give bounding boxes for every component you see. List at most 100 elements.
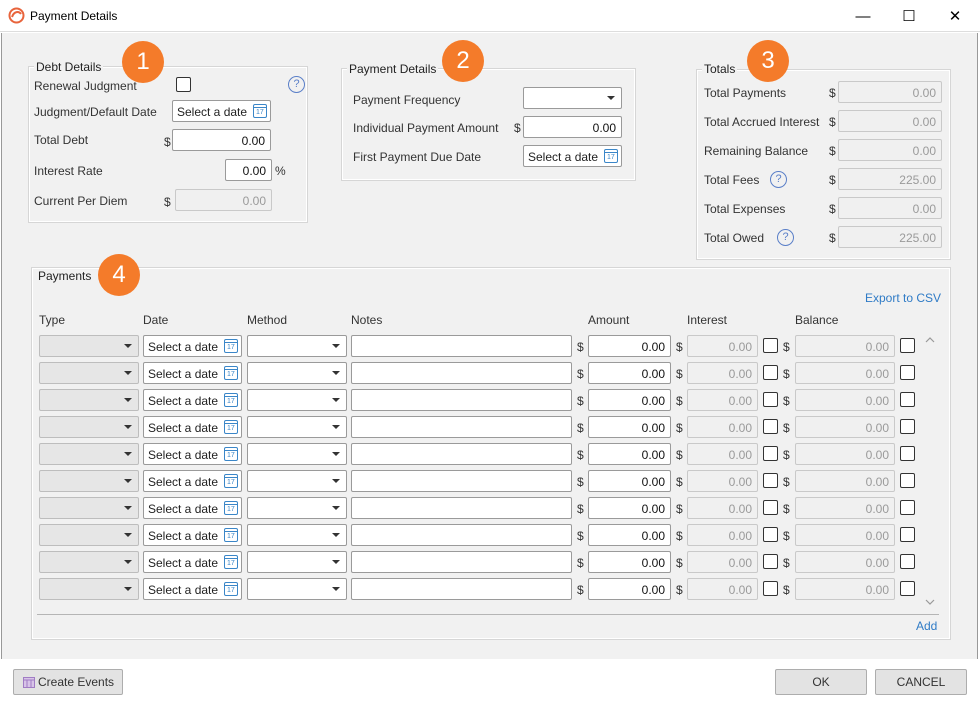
payments-scrollbar[interactable] [921, 332, 939, 610]
balance-override-checkbox[interactable] [900, 473, 915, 488]
payment-amount-input[interactable]: 0.00 [588, 578, 671, 600]
total-debt-input[interactable]: 0.00 [172, 129, 271, 151]
balance-override-checkbox[interactable] [900, 527, 915, 542]
payment-notes-input[interactable] [351, 551, 572, 573]
payment-date-picker[interactable]: Select a date [143, 389, 242, 411]
payment-date-picker[interactable]: Select a date [143, 335, 242, 357]
help-icon[interactable]: ? [777, 229, 794, 246]
payment-method-select[interactable] [247, 389, 347, 411]
payment-amount-input[interactable]: 0.00 [588, 551, 671, 573]
payment-amount-input[interactable]: 0.00 [588, 416, 671, 438]
calendar-icon[interactable] [224, 582, 238, 596]
individual-payment-input[interactable]: 0.00 [523, 116, 622, 138]
payment-date-picker[interactable]: Select a date [143, 470, 242, 492]
payment-notes-input[interactable] [351, 470, 572, 492]
interest-override-checkbox[interactable] [763, 419, 778, 434]
calendar-icon[interactable] [224, 447, 238, 461]
first-payment-date-picker[interactable]: Select a date [523, 145, 622, 167]
payment-notes-input[interactable] [351, 416, 572, 438]
ok-button[interactable]: OK [775, 669, 867, 695]
interest-rate-input[interactable]: 0.00 [225, 159, 272, 181]
payment-date-picker[interactable]: Select a date [143, 524, 242, 546]
payment-method-select[interactable] [247, 578, 347, 600]
calendar-icon[interactable] [224, 366, 238, 380]
calendar-icon[interactable] [604, 149, 618, 163]
payment-notes-input[interactable] [351, 389, 572, 411]
payment-method-select[interactable] [247, 335, 347, 357]
interest-override-checkbox[interactable] [763, 527, 778, 542]
payment-amount-input[interactable]: 0.00 [588, 443, 671, 465]
payment-type-select[interactable] [39, 497, 139, 519]
minimize-button[interactable]: — [840, 0, 886, 32]
payment-amount-input[interactable]: 0.00 [588, 524, 671, 546]
cancel-button[interactable]: CANCEL [875, 669, 967, 695]
payment-method-select[interactable] [247, 470, 347, 492]
balance-override-checkbox[interactable] [900, 500, 915, 515]
payment-amount-input[interactable]: 0.00 [588, 389, 671, 411]
payment-amount-input[interactable]: 0.00 [588, 335, 671, 357]
calendar-icon[interactable] [253, 104, 267, 118]
balance-override-checkbox[interactable] [900, 446, 915, 461]
payment-notes-input[interactable] [351, 443, 572, 465]
interest-override-checkbox[interactable] [763, 473, 778, 488]
renewal-judgment-checkbox[interactable] [176, 77, 191, 92]
payment-notes-input[interactable] [351, 362, 572, 384]
balance-override-checkbox[interactable] [900, 581, 915, 596]
payment-type-select[interactable] [39, 551, 139, 573]
balance-override-checkbox[interactable] [900, 392, 915, 407]
interest-override-checkbox[interactable] [763, 365, 778, 380]
payment-amount-input[interactable]: 0.00 [588, 470, 671, 492]
calendar-icon[interactable] [224, 420, 238, 434]
payment-date-picker[interactable]: Select a date [143, 416, 242, 438]
payment-date-picker[interactable]: Select a date [143, 551, 242, 573]
help-icon[interactable]: ? [770, 171, 787, 188]
payment-type-select[interactable] [39, 524, 139, 546]
payment-amount-input[interactable]: 0.00 [588, 497, 671, 519]
interest-override-checkbox[interactable] [763, 392, 778, 407]
scroll-up-icon[interactable] [925, 336, 935, 344]
calendar-icon[interactable] [224, 339, 238, 353]
interest-override-checkbox[interactable] [763, 446, 778, 461]
help-icon[interactable]: ? [288, 76, 305, 93]
scroll-down-icon[interactable] [925, 598, 935, 606]
payment-amount-input[interactable]: 0.00 [588, 362, 671, 384]
payment-type-select[interactable] [39, 362, 139, 384]
calendar-icon[interactable] [224, 555, 238, 569]
interest-override-checkbox[interactable] [763, 500, 778, 515]
export-csv-link[interactable]: Export to CSV [865, 291, 941, 305]
judgment-date-picker[interactable]: Select a date [172, 100, 271, 122]
balance-override-checkbox[interactable] [900, 338, 915, 353]
interest-override-checkbox[interactable] [763, 581, 778, 596]
maximize-button[interactable]: ☐ [886, 0, 932, 32]
payment-method-select[interactable] [247, 524, 347, 546]
payment-method-select[interactable] [247, 362, 347, 384]
calendar-icon[interactable] [224, 528, 238, 542]
balance-override-checkbox[interactable] [900, 554, 915, 569]
calendar-icon[interactable] [224, 393, 238, 407]
payment-notes-input[interactable] [351, 524, 572, 546]
calendar-icon[interactable] [224, 501, 238, 515]
balance-override-checkbox[interactable] [900, 365, 915, 380]
payment-type-select[interactable] [39, 416, 139, 438]
calendar-icon[interactable] [224, 474, 238, 488]
payment-notes-input[interactable] [351, 497, 572, 519]
close-button[interactable]: ✕ [932, 0, 978, 32]
interest-override-checkbox[interactable] [763, 338, 778, 353]
payment-date-picker[interactable]: Select a date [143, 578, 242, 600]
balance-override-checkbox[interactable] [900, 419, 915, 434]
payment-date-picker[interactable]: Select a date [143, 362, 242, 384]
payment-type-select[interactable] [39, 578, 139, 600]
payment-method-select[interactable] [247, 416, 347, 438]
payment-method-select[interactable] [247, 443, 347, 465]
payment-type-select[interactable] [39, 389, 139, 411]
payment-type-select[interactable] [39, 470, 139, 492]
create-events-button[interactable]: Create Events [13, 669, 123, 695]
payment-notes-input[interactable] [351, 578, 572, 600]
add-payment-link[interactable]: Add [916, 619, 937, 633]
payment-method-select[interactable] [247, 551, 347, 573]
payment-type-select[interactable] [39, 443, 139, 465]
payment-frequency-select[interactable] [523, 87, 622, 109]
payment-method-select[interactable] [247, 497, 347, 519]
interest-override-checkbox[interactable] [763, 554, 778, 569]
payment-date-picker[interactable]: Select a date [143, 443, 242, 465]
